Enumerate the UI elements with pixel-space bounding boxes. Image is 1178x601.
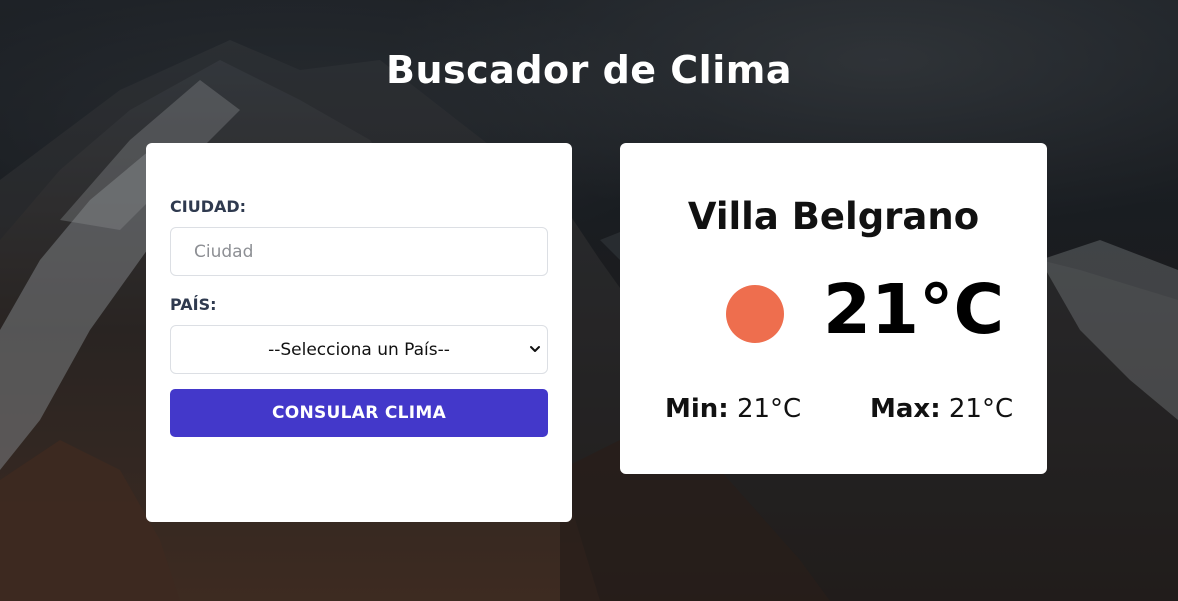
result-city-name: Villa Belgrano [687, 195, 980, 238]
min-temperature: Min: 21°C [665, 394, 801, 424]
chevron-down-icon [530, 346, 540, 352]
current-temperature: 21°C [823, 270, 1005, 350]
sun-dot-icon [726, 285, 784, 343]
country-label: PAÍS: [170, 295, 217, 314]
country-select[interactable]: --Selecciona un País-- [170, 325, 548, 374]
weather-search-form: CIUDAD: PAÍS: --Selecciona un País-- CON… [146, 143, 572, 522]
max-value: 21°C [948, 394, 1014, 424]
city-input[interactable] [170, 227, 548, 276]
country-select-value: --Selecciona un País-- [268, 339, 450, 360]
min-label: Min: [665, 394, 729, 424]
min-value: 21°C [736, 394, 802, 424]
consult-weather-button[interactable]: CONSULAR CLIMA [170, 389, 548, 437]
city-label: CIUDAD: [170, 197, 247, 216]
page-title: Buscador de Clima [386, 48, 792, 92]
max-temperature: Max: 21°C [870, 394, 1013, 424]
max-label: Max: [870, 394, 941, 424]
weather-result-card: Villa Belgrano 21°C Min: 21°C Max: 21°C [620, 143, 1047, 474]
